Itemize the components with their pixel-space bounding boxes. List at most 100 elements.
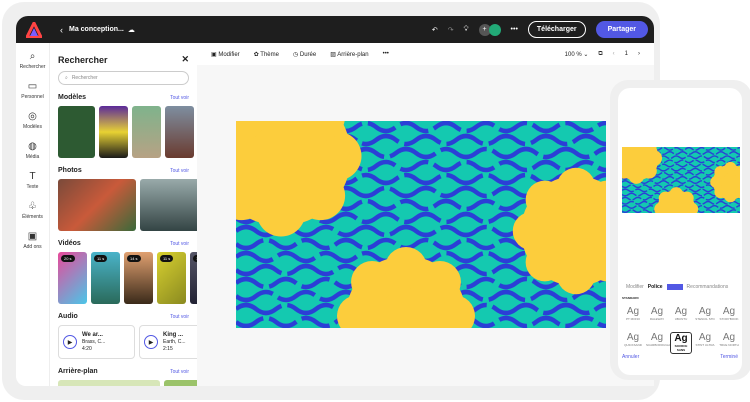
tab-modifier[interactable]: Modifier	[626, 284, 644, 290]
design-canvas[interactable]	[236, 121, 606, 328]
rail-item-1[interactable]: ▭ Personnel	[16, 73, 49, 103]
video-thumb[interactable]: 17	[190, 252, 197, 304]
font-name: UBUNTU	[674, 317, 688, 321]
rail-item-0[interactable]: ⌕ Rechercher	[16, 43, 49, 73]
more-options[interactable]: •••	[383, 51, 389, 57]
edit-button[interactable]: ▣ Modifier	[211, 51, 240, 58]
mobile-canvas	[622, 147, 740, 213]
duration-button[interactable]: ◷ Durée	[293, 51, 316, 58]
app-window: ‹ Ma conception... ☁ ↶ ↷ 💡︎ + ••• Téléch…	[16, 16, 654, 386]
close-icon[interactable]: ✕	[181, 54, 189, 65]
background-thumb[interactable]	[164, 380, 197, 386]
photo-thumb[interactable]	[140, 179, 197, 231]
template-thumb[interactable]	[99, 106, 128, 158]
rail-label: Add ons	[23, 244, 42, 250]
audio-artist: Earth, C...	[163, 338, 186, 345]
top-bar: ‹ Ma conception... ☁ ↶ ↷ 💡︎ + ••• Téléch…	[16, 16, 654, 43]
background-thumb[interactable]	[58, 380, 160, 386]
video-thumb[interactable]: 11 s	[91, 252, 120, 304]
more-icon[interactable]: •••	[511, 26, 518, 33]
rail-label: Rechercher	[19, 64, 46, 70]
font-name: STORYBOOK	[719, 317, 739, 321]
background-label: Arrière-plan	[337, 51, 369, 58]
text-icon: T	[29, 171, 36, 182]
font-name: RALEWAY	[649, 317, 665, 321]
rail-item-3[interactable]: ◍ Média	[16, 133, 49, 163]
lightbulb-icon[interactable]: 💡︎	[464, 26, 469, 34]
search-placeholder: Rechercher	[71, 75, 98, 81]
video-duration: 14 s	[127, 255, 141, 262]
audio-duration: 2:15	[163, 345, 173, 352]
template-thumb[interactable]	[58, 106, 95, 158]
cancel-button[interactable]: Annuler	[622, 354, 639, 360]
tab-police[interactable]: Police	[648, 284, 663, 290]
audio-item[interactable]: ▶ We ar... Brass, C... 4:20	[58, 325, 135, 359]
document-title[interactable]: Ma conception...	[69, 26, 124, 33]
audio-item[interactable]: ▶ King ... Earth, C... 2:15	[139, 325, 197, 359]
see-all-templates[interactable]: Tout voir	[170, 95, 189, 101]
yellow-blob	[680, 191, 694, 206]
background-button[interactable]: ▨ Arrière-plan	[330, 51, 368, 58]
audio-duration: 4:20	[82, 345, 92, 352]
section-templates: Modèles	[58, 94, 87, 101]
share-button[interactable]: Partager	[595, 21, 648, 38]
font-option[interactable]: Ag TRUE NORTH	[718, 332, 740, 354]
rail-item-4[interactable]: T Texte	[16, 163, 49, 193]
search-icon: ⌕	[65, 75, 68, 81]
play-icon[interactable]: ▶	[63, 335, 77, 349]
next-page-icon[interactable]: ›	[638, 51, 640, 58]
edit-label: Modifier	[218, 51, 240, 58]
font-option[interactable]: Ag PT MONO	[622, 306, 644, 328]
rail-item-6[interactable]: ▣ Add ons	[16, 223, 49, 253]
rail-label: Média	[25, 154, 40, 160]
undo-icon[interactable]: ↶	[432, 26, 438, 34]
duration-label: Durée	[299, 51, 317, 58]
font-option[interactable]: Ag SCARBOROUGH	[646, 332, 670, 354]
font-name: SCARBOROUGH	[646, 343, 670, 347]
audio-artist: Brass, C...	[82, 338, 106, 345]
download-button[interactable]: Télécharger	[527, 21, 586, 38]
theme-button[interactable]: ✿ Thème	[254, 51, 279, 58]
video-thumb[interactable]: 11 s	[157, 252, 186, 304]
font-option[interactable]: Ag SOURCE SANS	[670, 332, 692, 354]
see-all-videos[interactable]: Tout voir	[170, 241, 189, 247]
rail-label: Éléments	[22, 214, 43, 220]
section-audio: Audio	[58, 313, 78, 320]
see-all-audio[interactable]: Tout voir	[170, 314, 189, 320]
font-option[interactable]: Ag STENCIL STD	[694, 306, 716, 328]
font-option[interactable]: Ag STORYBOOK	[718, 306, 740, 328]
section-background: Arrière-plan	[58, 368, 98, 375]
redo-icon[interactable]: ↷	[448, 26, 454, 34]
zoom-select[interactable]: 100 % ⌄	[565, 51, 589, 58]
see-all-photos[interactable]: Tout voir	[170, 168, 189, 174]
video-duration: 11 s	[94, 255, 108, 262]
media-icon: ◍	[28, 141, 37, 152]
yellow-blob	[418, 261, 461, 304]
back-icon[interactable]: ‹	[60, 25, 63, 35]
avatar[interactable]	[488, 23, 501, 36]
video-duration: 17	[193, 255, 197, 262]
template-thumb[interactable]	[165, 106, 194, 158]
video-duration: 20 s	[61, 255, 75, 262]
done-button[interactable]: Terminé	[720, 354, 738, 360]
adobe-express-logo[interactable]	[26, 21, 42, 38]
search-input[interactable]: ⌕ Rechercher	[58, 71, 189, 85]
rail-item-5[interactable]: ♧ Éléments	[16, 193, 49, 223]
rail-item-2[interactable]: ◎ Modèles	[16, 103, 49, 133]
prev-page-icon[interactable]: ‹	[613, 51, 615, 58]
left-rail: ⌕ Rechercher ▭ Personnel ◎ Modèles ◍ Média T Text…	[16, 43, 50, 386]
elements-icon: ♧	[28, 201, 37, 212]
see-all-backgrounds[interactable]: Tout voir	[170, 369, 189, 375]
font-option[interactable]: Ag RALEWAY	[646, 306, 668, 328]
font-option[interactable]: Ag STINT ULTRA	[694, 332, 716, 354]
font-name: PT MONO	[626, 317, 640, 321]
tab-recommendations[interactable]: Recommandations	[687, 284, 729, 290]
video-thumb[interactable]: 20 s	[58, 252, 87, 304]
font-option[interactable]: Ag QUICKSAND	[622, 332, 644, 354]
play-icon[interactable]: ▶	[144, 335, 158, 349]
font-option[interactable]: Ag UBUNTU	[670, 306, 692, 328]
pages-icon[interactable]: ⧉	[598, 51, 602, 58]
photo-thumb[interactable]	[58, 179, 136, 231]
video-thumb[interactable]: 14 s	[124, 252, 153, 304]
template-thumb[interactable]	[132, 106, 161, 158]
